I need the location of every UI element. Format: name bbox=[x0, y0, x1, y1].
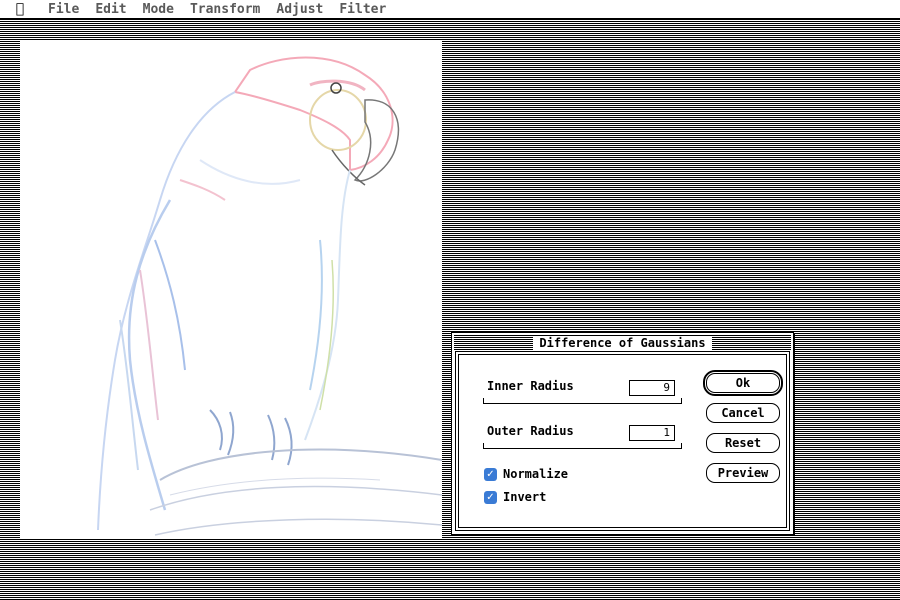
outer-radius-label: Outer Radius bbox=[487, 424, 574, 438]
inner-radius-label: Inner Radius bbox=[487, 379, 574, 393]
preview-button[interactable]: Preview bbox=[706, 463, 780, 483]
menu-filter[interactable]: Filter bbox=[331, 0, 394, 19]
menu-file[interactable]: File bbox=[40, 0, 87, 19]
outer-radius-field[interactable]: 1 bbox=[629, 425, 675, 441]
menu-transform[interactable]: Transform bbox=[182, 0, 268, 19]
menu-edit[interactable]: Edit bbox=[87, 0, 134, 19]
normalize-label: Normalize bbox=[503, 467, 569, 481]
normalize-checkbox[interactable]: ✓ bbox=[484, 468, 497, 481]
document-canvas[interactable] bbox=[20, 40, 442, 538]
invert-label: Invert bbox=[503, 490, 547, 504]
outer-radius-slider[interactable] bbox=[483, 443, 682, 454]
parrot-sketch-image bbox=[20, 40, 442, 538]
dialog-title: Difference of Gaussians bbox=[533, 335, 712, 350]
ok-button[interactable]: Ok bbox=[706, 373, 780, 393]
invert-checkbox[interactable]: ✓ bbox=[484, 491, 497, 504]
reset-button[interactable]: Reset bbox=[706, 433, 780, 453]
inner-radius-field[interactable]: 9 bbox=[629, 380, 675, 396]
dialog-inner-frame: Inner Radius 9 Outer Radius 1 ✓ Normaliz… bbox=[458, 354, 787, 528]
cancel-button[interactable]: Cancel bbox=[706, 403, 780, 423]
menu-bar:  File Edit Mode Transform Adjust Filter bbox=[0, 0, 900, 19]
menu-mode[interactable]: Mode bbox=[135, 0, 182, 19]
inner-radius-slider[interactable] bbox=[483, 398, 682, 409]
dialog-frame: Inner Radius 9 Outer Radius 1 ✓ Normaliz… bbox=[455, 351, 790, 531]
difference-of-gaussians-dialog: Difference of Gaussians Inner Radius 9 O… bbox=[451, 332, 794, 535]
dialog-titlebar[interactable]: Difference of Gaussians bbox=[454, 335, 791, 350]
apple-menu-icon[interactable]:  bbox=[0, 0, 40, 19]
menu-adjust[interactable]: Adjust bbox=[268, 0, 331, 19]
